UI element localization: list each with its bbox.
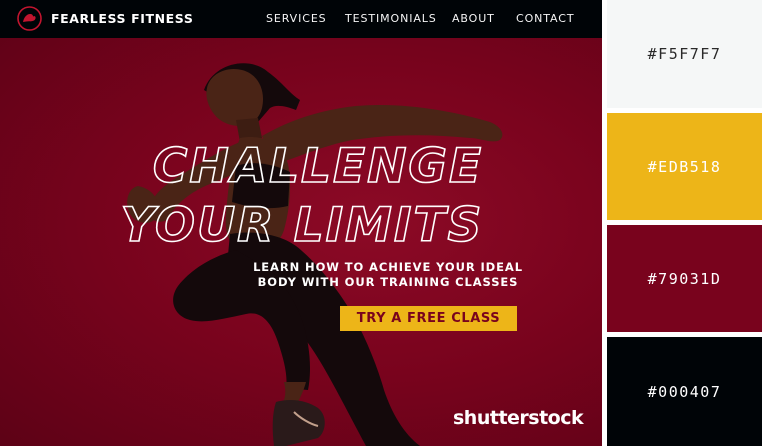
palette-swatch-crimson: #79031D: [607, 225, 762, 332]
headline-line-2: YOUR LIMITS: [121, 198, 484, 253]
hero-subtitle: LEARN HOW TO ACHIEVE YOUR IDEAL BODY WIT…: [228, 260, 548, 290]
nav-link-about[interactable]: ABOUT: [452, 12, 495, 25]
headline-line-1: CHALLENGE: [153, 139, 483, 194]
hero-section: CHALLENGE YOUR LIMITS LEARN HOW TO ACHIE…: [0, 38, 602, 446]
shutterstock-watermark: shutterstock: [453, 407, 584, 429]
palette-swatch-yellow: #EDB518: [607, 113, 762, 220]
subtitle-line-1: LEARN HOW TO ACHIEVE YOUR IDEAL: [253, 260, 523, 274]
brand-name[interactable]: FEARLESS FITNESS: [51, 11, 193, 26]
palette-swatch-black: #000407: [607, 337, 762, 446]
nav-link-testimonials[interactable]: TESTIMONIALS: [345, 12, 437, 25]
subtitle-line-2: BODY WITH OUR TRAINING CLASSES: [257, 275, 519, 289]
palette-swatch-light-gray: #F5F7F7: [607, 0, 762, 108]
nav-link-services[interactable]: SERVICES: [266, 12, 327, 25]
navbar: FEARLESS FITNESS SERVICES TESTIMONIALS A…: [0, 0, 602, 38]
hero-headline: CHALLENGE YOUR LIMITS: [0, 134, 602, 254]
website-mockup: FEARLESS FITNESS SERVICES TESTIMONIALS A…: [0, 0, 602, 446]
try-free-class-button[interactable]: TRY A FREE CLASS: [340, 306, 517, 331]
nav-link-contact[interactable]: CONTACT: [516, 12, 574, 25]
flexed-arm-logo-icon[interactable]: [16, 5, 43, 32]
